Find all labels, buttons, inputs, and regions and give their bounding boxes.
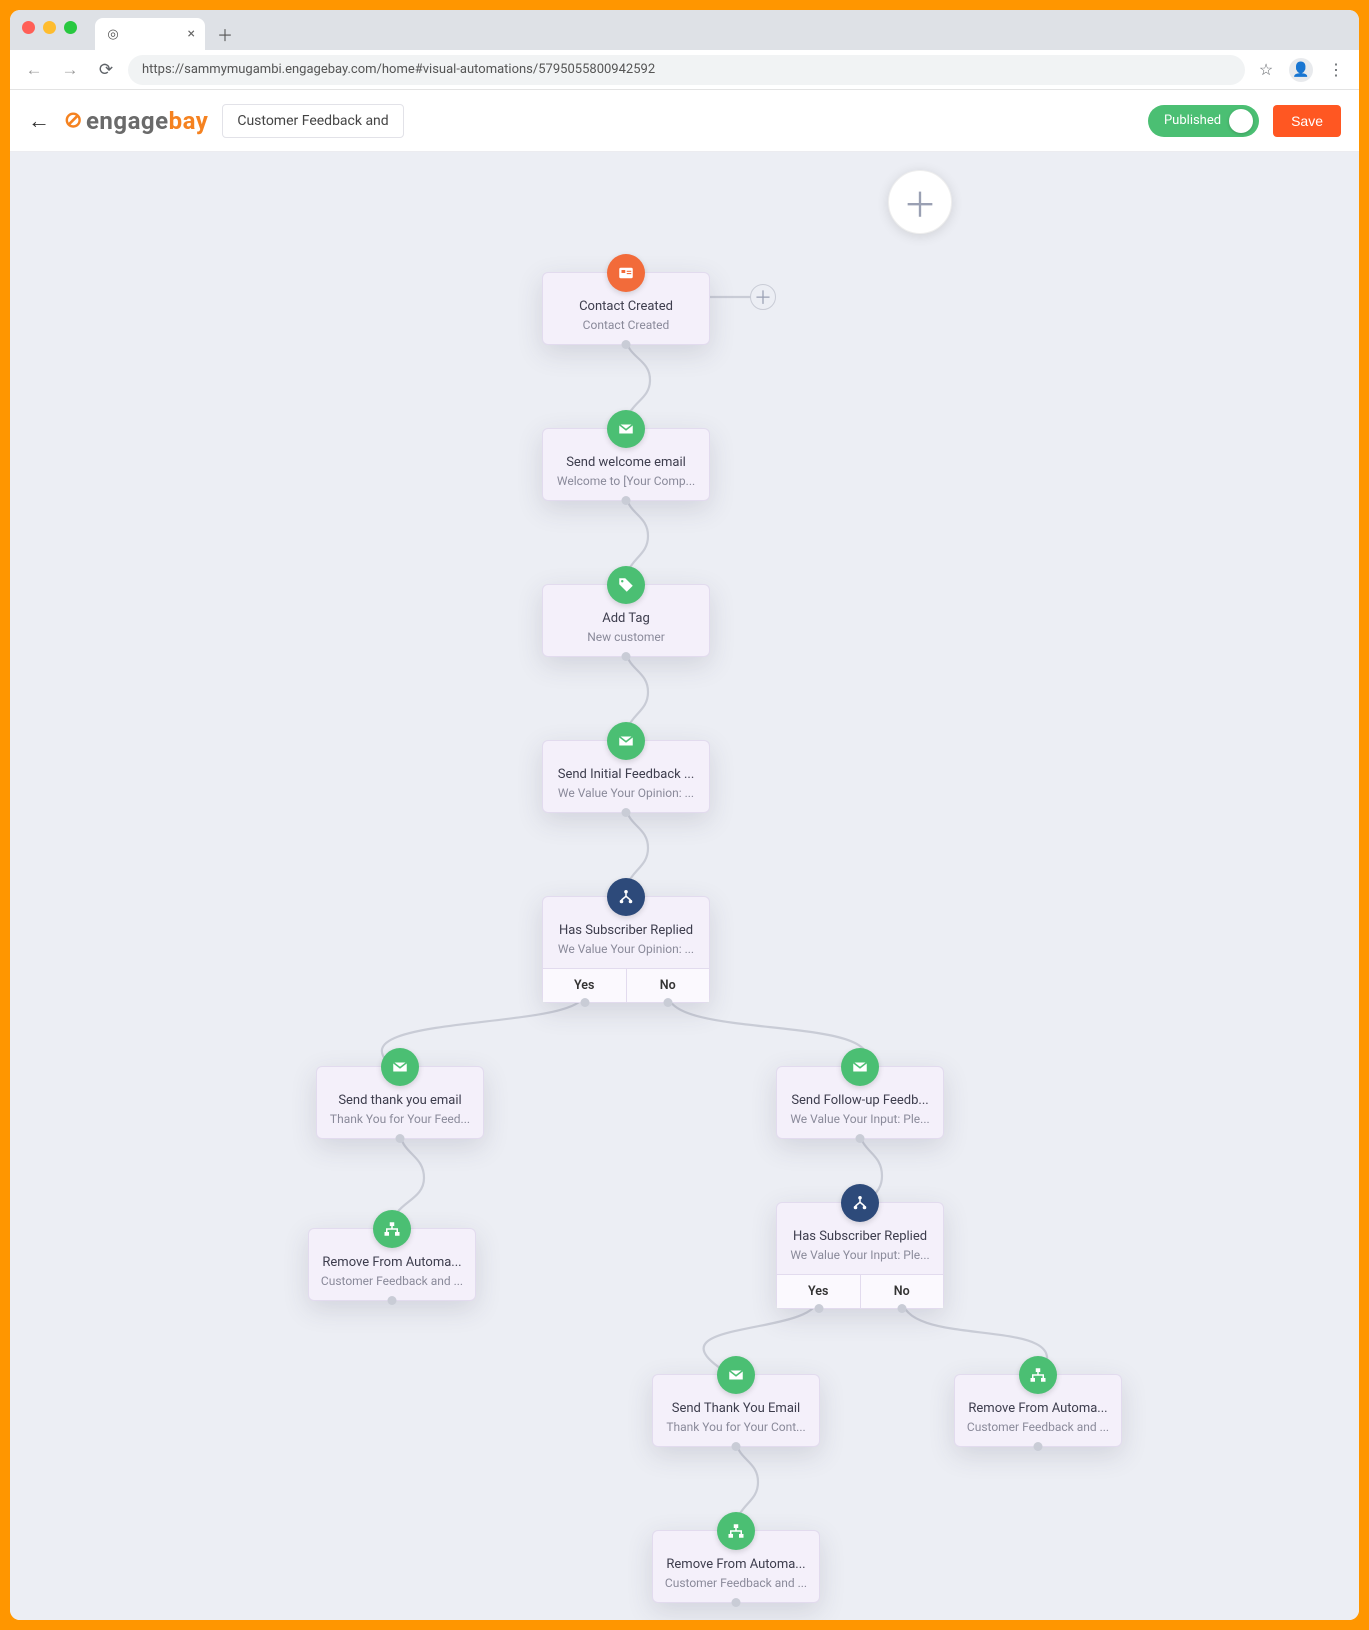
node-subtitle: We Value Your Opinion: ...: [543, 942, 709, 968]
envelope-icon: [841, 1048, 879, 1086]
port-icon: [622, 652, 631, 661]
branch-icon: [841, 1184, 879, 1222]
app-header: ← ⊘ engagebay Customer Feedback and Publ…: [10, 90, 1359, 152]
titlebar: ◎ × ＋: [10, 10, 1359, 50]
add-step-button[interactable]: ＋: [888, 170, 952, 234]
port-icon: [388, 1296, 397, 1305]
node-remove-from-automation-no[interactable]: Remove From Automa... Customer Feedback …: [954, 1374, 1122, 1447]
close-tab-icon[interactable]: ×: [188, 26, 195, 42]
branch-icon: [607, 878, 645, 916]
nav-forward-button[interactable]: →: [56, 56, 84, 84]
node-send-thankyou-email[interactable]: Send thank you email Thank You for Your …: [316, 1066, 484, 1139]
browser-menu-icon[interactable]: ⋮: [1323, 57, 1349, 83]
bookmark-star-icon[interactable]: ☆: [1253, 57, 1279, 83]
port-icon: [732, 1442, 741, 1451]
close-window-button[interactable]: [22, 21, 35, 34]
back-arrow-icon[interactable]: ←: [28, 108, 50, 134]
envelope-icon: [381, 1048, 419, 1086]
toggle-knob: [1229, 109, 1253, 133]
tag-icon: [607, 566, 645, 604]
publish-label: Published: [1164, 113, 1221, 128]
node-send-welcome-email[interactable]: Send welcome email Welcome to [Your Comp…: [542, 428, 710, 501]
logo-text-left: engage: [86, 107, 169, 135]
port-icon: [663, 998, 672, 1007]
node-has-replied-1[interactable]: Has Subscriber Replied We Value Your Opi…: [542, 896, 710, 1003]
node-subtitle: We Value Your Input: Ple...: [777, 1248, 943, 1274]
logo-mark-icon: ⊘: [64, 108, 83, 133]
branch-row: Yes No: [777, 1274, 943, 1308]
addr-right: ☆ 👤 ⋮: [1253, 57, 1349, 83]
port-icon: [396, 1134, 405, 1143]
new-tab-button[interactable]: ＋: [211, 20, 239, 48]
add-branch-button[interactable]: ＋: [750, 284, 776, 310]
node-add-tag[interactable]: Add Tag New customer: [542, 584, 710, 657]
envelope-icon: [717, 1356, 755, 1394]
node-contact-created[interactable]: Contact Created Contact Created: [542, 272, 710, 345]
window-controls: [22, 21, 77, 34]
sitemap-icon: [373, 1210, 411, 1248]
port-icon: [856, 1134, 865, 1143]
node-has-replied-2[interactable]: Has Subscriber Replied We Value Your Inp…: [776, 1202, 944, 1309]
maximize-window-button[interactable]: [64, 21, 77, 34]
port-icon: [897, 1304, 906, 1313]
branch-row: Yes No: [543, 968, 709, 1002]
profile-avatar-icon[interactable]: 👤: [1289, 58, 1313, 82]
engagebay-logo[interactable]: ⊘ engagebay: [64, 107, 208, 135]
port-icon: [580, 998, 589, 1007]
url-text: https://sammymugambi.engagebay.com/home#…: [142, 62, 655, 77]
minimize-window-button[interactable]: [43, 21, 56, 34]
automation-canvas[interactable]: ＋: [10, 152, 1359, 1620]
tab-favicon-icon: ◎: [105, 26, 121, 42]
automation-title-text: Customer Feedback and: [237, 113, 388, 129]
node-remove-from-automation-2[interactable]: Remove From Automa... Customer Feedback …: [652, 1530, 820, 1603]
save-button[interactable]: Save: [1273, 105, 1341, 137]
sitemap-icon: [1019, 1356, 1057, 1394]
address-bar: ← → ⟳ https://sammymugambi.engagebay.com…: [10, 50, 1359, 90]
sitemap-icon: [717, 1512, 755, 1550]
contact-card-icon: [607, 254, 645, 292]
node-send-followup-feedback[interactable]: Send Follow-up Feedb... We Value Your In…: [776, 1066, 944, 1139]
port-icon: [814, 1304, 823, 1313]
port-icon: [732, 1598, 741, 1607]
nav-reload-button[interactable]: ⟳: [92, 56, 120, 84]
logo-text-right: bay: [169, 107, 209, 135]
save-label: Save: [1291, 113, 1323, 129]
nav-back-button[interactable]: ←: [20, 56, 48, 84]
port-icon: [622, 340, 631, 349]
envelope-icon: [607, 722, 645, 760]
port-icon: [622, 808, 631, 817]
node-send-initial-feedback[interactable]: Send Initial Feedback ... We Value Your …: [542, 740, 710, 813]
browser-window: ◎ × ＋ ← → ⟳ https://sammymugambi.engageb…: [10, 10, 1359, 1620]
url-field[interactable]: https://sammymugambi.engagebay.com/home#…: [128, 55, 1245, 85]
browser-tab[interactable]: ◎ ×: [95, 18, 205, 50]
node-send-thankyou-email-2[interactable]: Send Thank You Email Thank You for Your …: [652, 1374, 820, 1447]
publish-toggle[interactable]: Published: [1148, 105, 1259, 137]
port-icon: [622, 496, 631, 505]
port-icon: [1034, 1442, 1043, 1451]
automation-title-field[interactable]: Customer Feedback and: [222, 104, 403, 138]
node-remove-from-automation-yes[interactable]: Remove From Automa... Customer Feedback …: [308, 1228, 476, 1301]
envelope-icon: [607, 410, 645, 448]
